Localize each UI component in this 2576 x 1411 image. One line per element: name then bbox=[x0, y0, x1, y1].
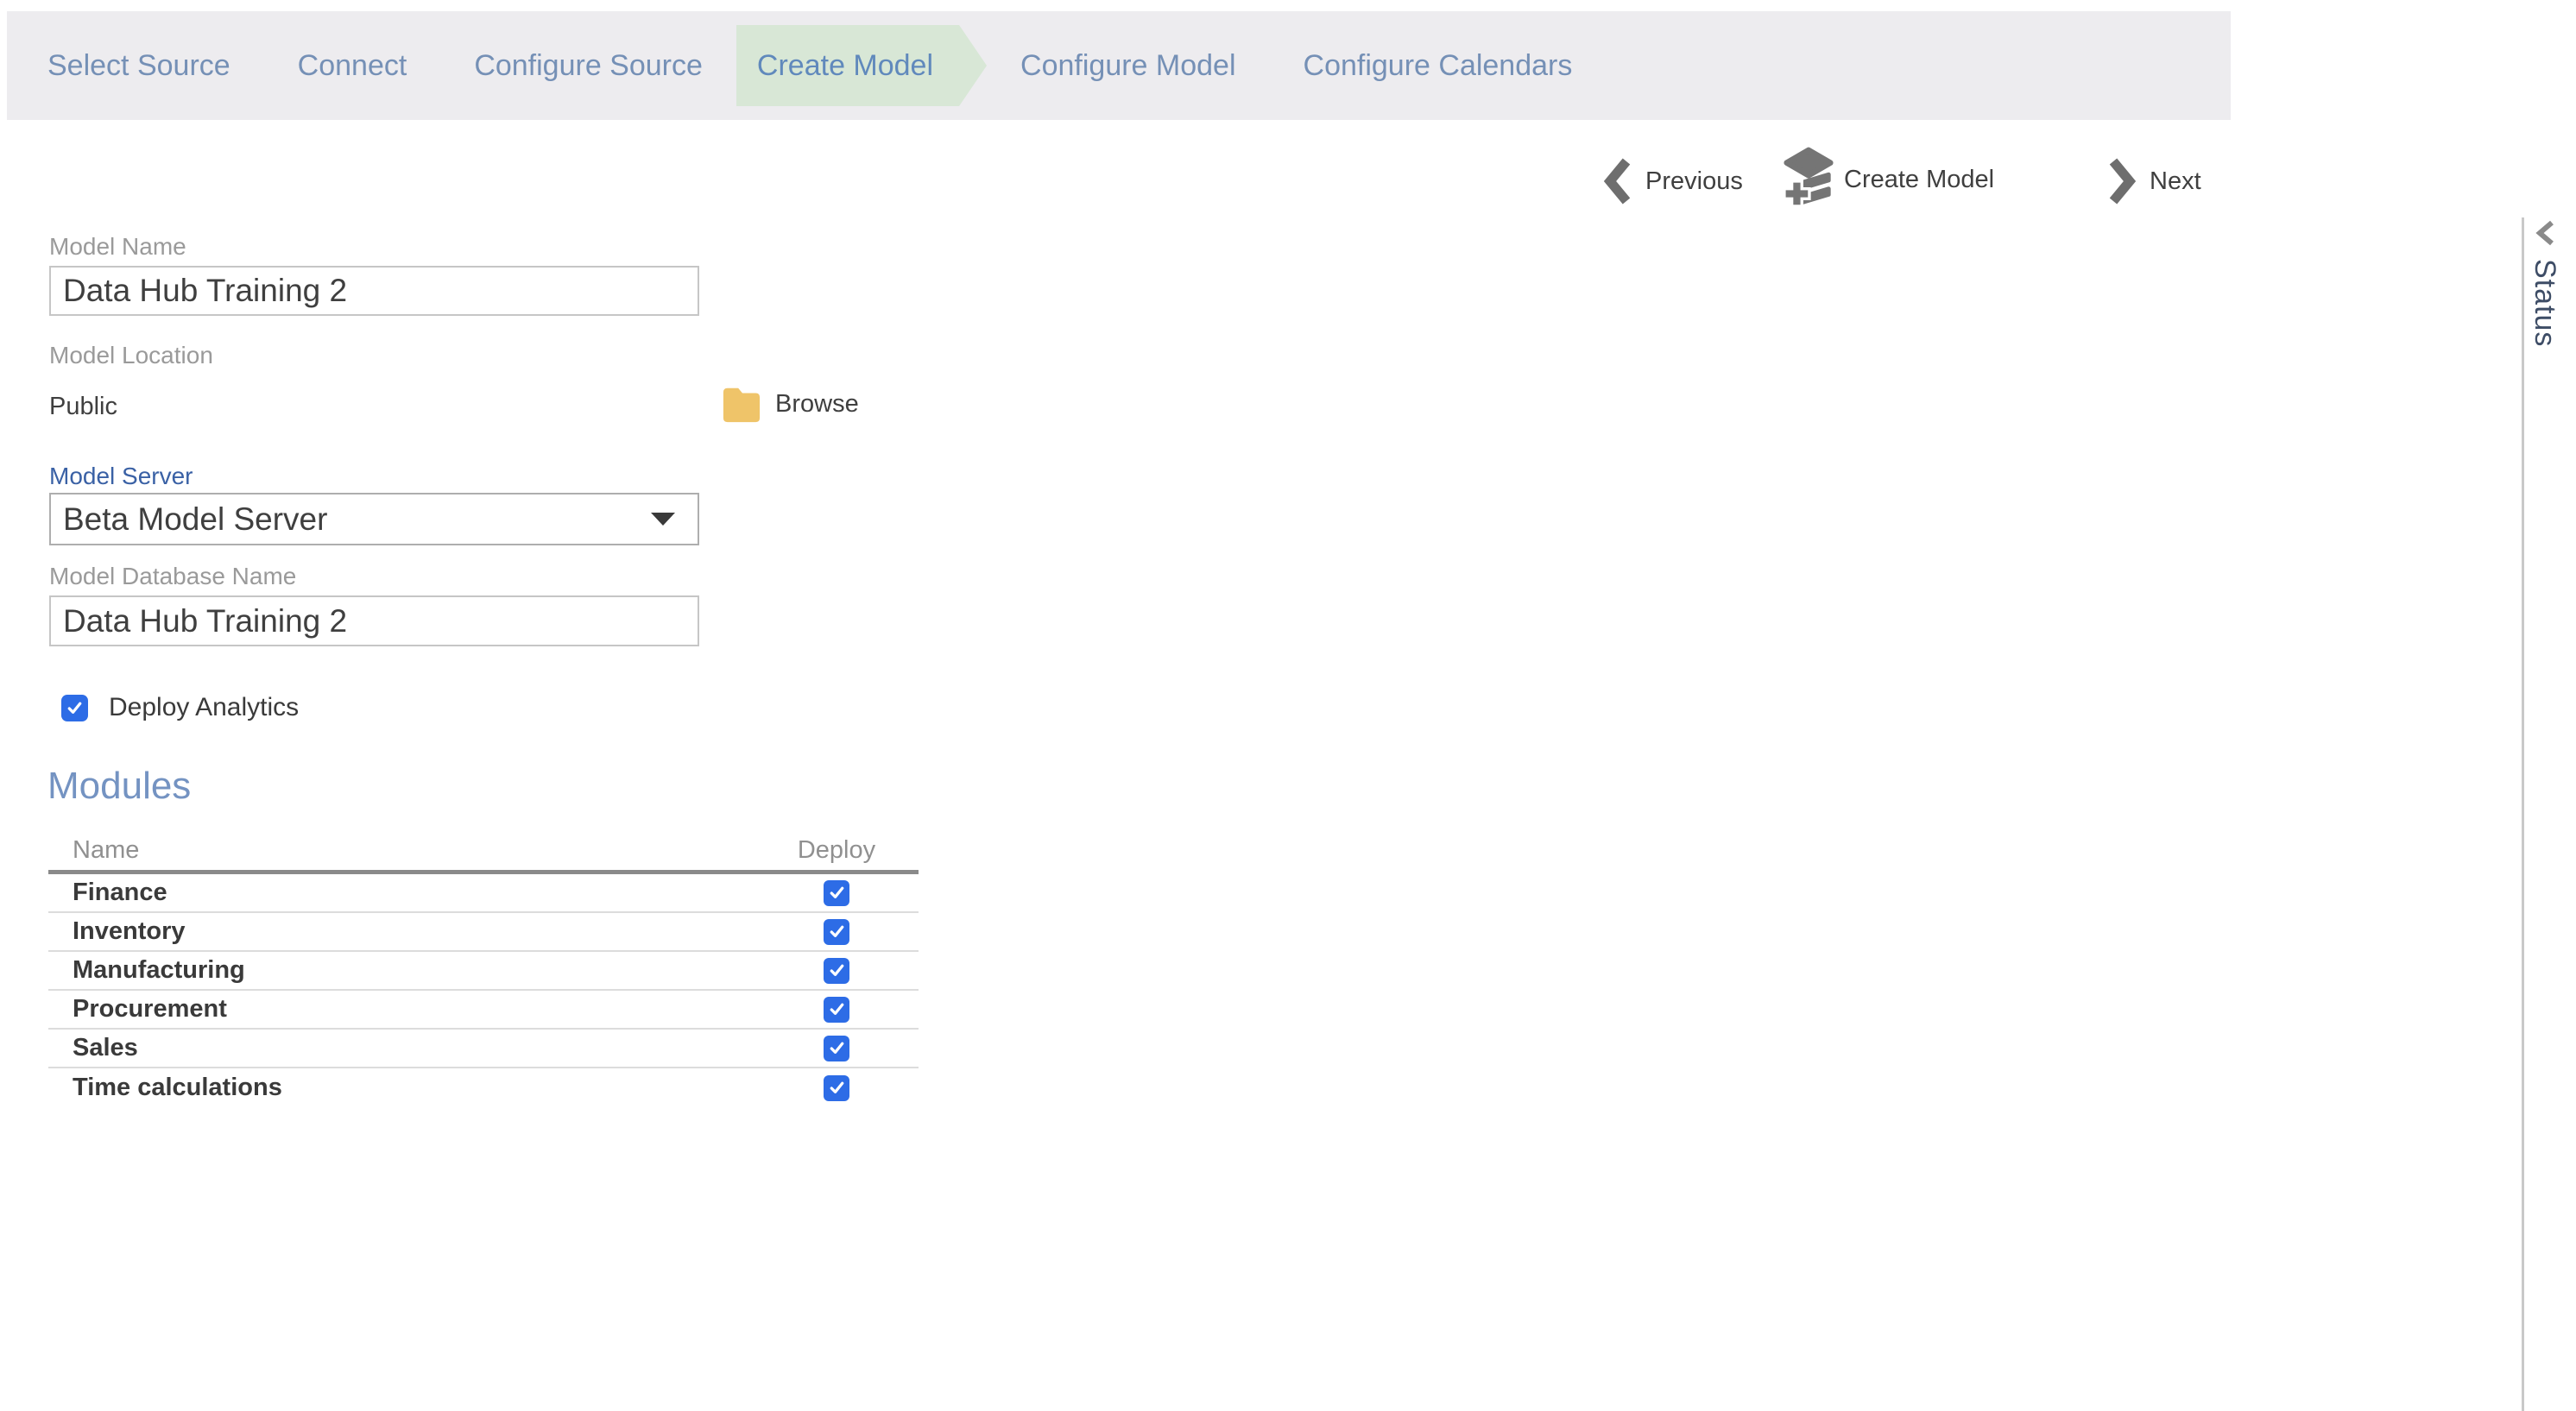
wizard-step-select-source[interactable]: Select Source bbox=[14, 11, 264, 120]
deploy-analytics-row: Deploy Analytics bbox=[61, 693, 299, 722]
status-panel-tab[interactable]: Status bbox=[2528, 219, 2561, 347]
model-name-label: Model Name bbox=[49, 233, 186, 260]
module-deploy-checkbox[interactable] bbox=[824, 996, 849, 1023]
module-deploy-checkbox[interactable] bbox=[824, 879, 849, 906]
status-panel-label: Status bbox=[2529, 259, 2561, 348]
create-model-button[interactable]: Create Model bbox=[1782, 147, 1994, 212]
status-panel-divider bbox=[2522, 217, 2524, 1411]
chevron-right-icon bbox=[2106, 157, 2137, 205]
next-button-label: Next bbox=[2150, 167, 2201, 195]
model-database-name-label: Model Database Name bbox=[49, 563, 297, 589]
module-name: Manufacturing bbox=[73, 956, 245, 984]
wizard-step-bar: Select Source Connect Configure Source Crea… bbox=[7, 11, 2231, 120]
model-location-value: Public bbox=[49, 393, 117, 420]
module-deploy-cell bbox=[763, 957, 910, 984]
next-button[interactable]: Next bbox=[2106, 155, 2201, 207]
module-name: Inventory bbox=[73, 917, 186, 945]
module-name: Time calculations bbox=[73, 1074, 282, 1101]
folder-icon bbox=[722, 385, 761, 423]
dropdown-caret-icon bbox=[651, 513, 675, 526]
wizard-step-create-model[interactable]: Create Model bbox=[736, 25, 987, 106]
modules-table: Name Deploy Finance Inventory Manufacturin… bbox=[48, 830, 919, 1107]
model-server-selected-value: Beta Model Server bbox=[63, 501, 328, 537]
previous-button-label: Previous bbox=[1645, 167, 1743, 195]
module-name: Finance bbox=[73, 879, 167, 906]
wizard-step-configure-calendars[interactable]: Configure Calendars bbox=[1270, 11, 1607, 120]
model-database-name-input[interactable] bbox=[49, 595, 699, 646]
create-model-layers-icon bbox=[1782, 147, 1835, 212]
deploy-column-header: Deploy bbox=[797, 835, 876, 864]
module-row: Time calculations bbox=[48, 1068, 919, 1107]
module-row: Sales bbox=[48, 1030, 919, 1068]
modules-table-header: Name Deploy bbox=[48, 830, 919, 870]
module-deploy-checkbox[interactable] bbox=[824, 1074, 849, 1101]
module-deploy-cell bbox=[763, 1035, 910, 1061]
module-row: Manufacturing bbox=[48, 952, 919, 991]
module-deploy-cell bbox=[763, 1074, 910, 1101]
wizard-step-configure-source[interactable]: Configure Source bbox=[440, 11, 736, 120]
module-name: Sales bbox=[73, 1034, 138, 1061]
chevron-left-icon bbox=[1602, 157, 1633, 205]
module-row: Inventory bbox=[48, 913, 919, 952]
model-name-input[interactable] bbox=[49, 266, 699, 316]
create-model-button-label: Create Model bbox=[1844, 165, 1995, 193]
deploy-analytics-checkbox[interactable] bbox=[61, 694, 88, 721]
module-deploy-cell bbox=[763, 879, 910, 906]
model-server-select[interactable]: Beta Model Server bbox=[49, 493, 699, 545]
module-deploy-checkbox[interactable] bbox=[824, 957, 849, 984]
module-row: Finance bbox=[48, 874, 919, 913]
browse-button[interactable]: Browse bbox=[722, 385, 859, 423]
modules-heading: Modules bbox=[47, 765, 192, 807]
wizard-step-configure-model[interactable]: Configure Model bbox=[987, 11, 1269, 120]
module-deploy-cell bbox=[763, 996, 910, 1023]
create-model-page: Select Source Connect Configure Source Crea… bbox=[0, 0, 2576, 1411]
module-deploy-checkbox[interactable] bbox=[824, 1035, 849, 1061]
modules-table-body: Finance Inventory Manufacturing Procurement… bbox=[48, 874, 919, 1107]
deploy-analytics-label: Deploy Analytics bbox=[109, 693, 300, 721]
model-server-label: Model Server bbox=[49, 463, 193, 489]
previous-button[interactable]: Previous bbox=[1602, 155, 1743, 207]
module-name: Procurement bbox=[73, 995, 227, 1023]
module-deploy-cell bbox=[763, 918, 910, 945]
wizard-step-connect[interactable]: Connect bbox=[264, 11, 441, 120]
browse-button-label: Browse bbox=[775, 389, 859, 418]
model-location-label: Model Location bbox=[49, 342, 213, 368]
name-column-header: Name bbox=[73, 835, 140, 864]
collapse-left-icon bbox=[2533, 219, 2557, 247]
module-deploy-checkbox[interactable] bbox=[824, 918, 849, 945]
module-row: Procurement bbox=[48, 991, 919, 1030]
